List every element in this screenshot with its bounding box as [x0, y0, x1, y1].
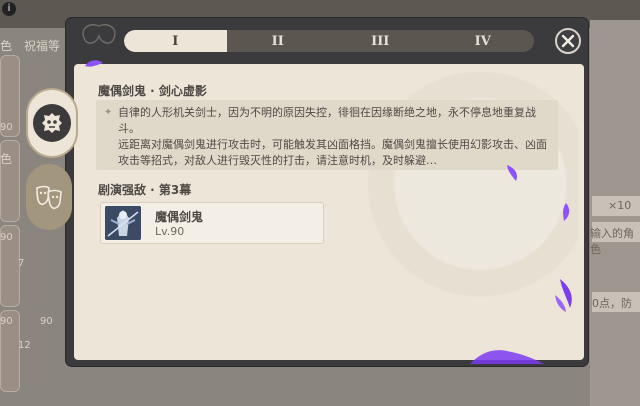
enemy-card[interactable]: 魔偶剑鬼 Lv.90 [100, 202, 324, 244]
tab-1[interactable]: I [124, 30, 227, 52]
background-label: 90 [0, 316, 13, 327]
background-number: 12 [18, 340, 31, 351]
purple-petal-decoration [555, 279, 572, 312]
purple-petal-decoration [563, 203, 570, 221]
close-button[interactable] [555, 28, 581, 54]
background-number: 7 [18, 258, 25, 269]
background-label: 色 [0, 39, 13, 53]
enemy-title: 魔偶剑鬼 · 剑心虚影 [98, 84, 207, 98]
close-icon [561, 34, 575, 48]
tab-3[interactable]: III [329, 30, 432, 52]
sparkle-icon: ✦ [104, 107, 113, 118]
info-icon: i [2, 2, 16, 16]
description-box: ✦ 自律的人形机关剑士，因为不明的原因失控，徘徊在因缘断绝之地，永不停息地重复战… [96, 100, 558, 170]
theater-tab-button[interactable] [26, 164, 72, 230]
boss-portrait-icon [105, 206, 141, 240]
background-label: 色 [0, 152, 13, 166]
moth-ornament-icon [82, 24, 116, 44]
enemy-name: 魔偶剑鬼 [155, 210, 204, 224]
background-text: ×10 [608, 199, 632, 212]
enemy-level: Lv.90 [155, 225, 185, 238]
enemy-info-tab-button[interactable] [26, 88, 78, 158]
enemy-mask-icon [42, 113, 62, 133]
background-label: 90 [40, 316, 53, 327]
background-label: 祝福等 [24, 39, 61, 53]
enemy-detail-card: 魔偶剑鬼 · 剑心虚影 ✦ 自律的人形机关剑士，因为不明的原因失控，徘徊在因缘断… [74, 64, 584, 360]
tab-bar: I II III IV [124, 30, 534, 52]
theater-masks-icon [36, 185, 62, 210]
purple-petal-decoration [85, 60, 103, 67]
background-label: 90 [0, 232, 13, 243]
background-text: 输入的角色 [590, 227, 634, 256]
background-label: 90 [0, 122, 13, 133]
purple-petal-decoration [470, 350, 544, 364]
description-paragraph: 自律的人形机关剑士，因为不明的原因失控，徘徊在因缘断绝之地，永不停息地重复战斗。 [118, 106, 536, 135]
section-title: 剧演强敌 · 第3幕 [98, 183, 192, 197]
tab-2[interactable]: II [227, 30, 330, 52]
purple-petal-decoration [507, 165, 517, 181]
background-text: 0点，防 [592, 297, 632, 310]
tab-4[interactable]: IV [432, 30, 535, 52]
description-paragraph: 远距离对魔偶剑鬼进行攻击时，可能触发其凶面格挡。魔偶剑鬼擅长使用幻影攻击、凶面攻… [118, 138, 547, 167]
